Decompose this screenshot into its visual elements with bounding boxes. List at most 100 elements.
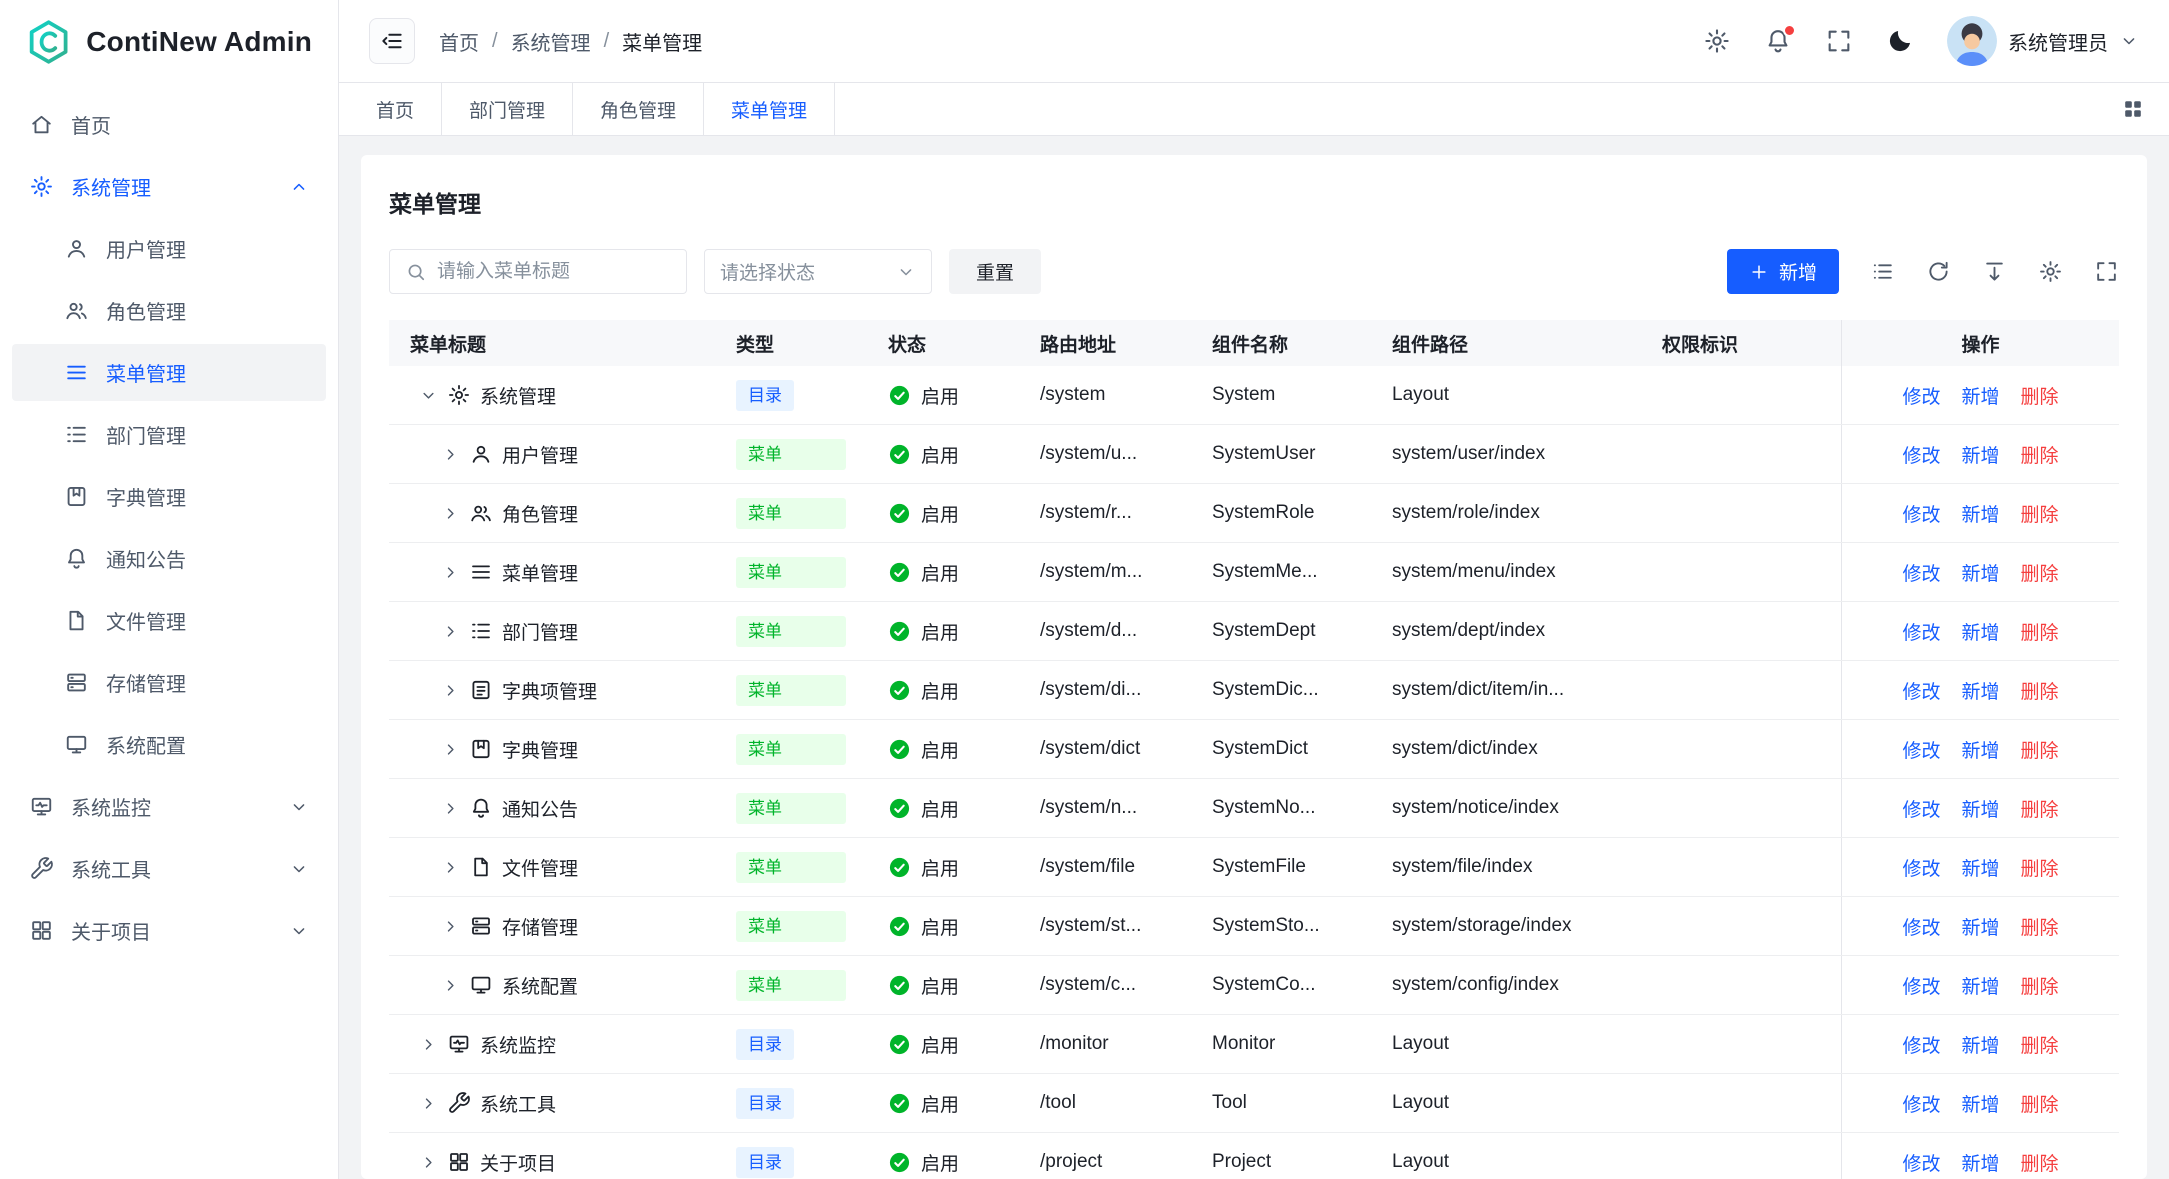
tab-menu[interactable]: 菜单管理 <box>704 83 835 135</box>
sidebar-item-notice[interactable]: 通知公告 <box>12 530 326 587</box>
cell-menu-title: 部门管理 <box>389 602 715 660</box>
fullscreen-button[interactable] <box>1825 27 1853 55</box>
delete-link[interactable]: 删除 <box>2021 500 2059 527</box>
breadcrumb-item[interactable]: 首页 <box>439 27 479 56</box>
edit-link[interactable]: 修改 <box>1902 854 1940 881</box>
table-settings-button[interactable] <box>2038 259 2063 284</box>
breadcrumb-item[interactable]: 系统管理 <box>511 27 591 56</box>
breadcrumb-item[interactable]: 菜单管理 <box>622 27 702 56</box>
delete-link[interactable]: 删除 <box>2021 913 2059 940</box>
tab-dept[interactable]: 部门管理 <box>442 83 573 135</box>
sidebar-item-home[interactable]: 首页 <box>12 96 326 153</box>
user-avatar[interactable] <box>1947 16 1997 66</box>
list-view-button[interactable] <box>1870 259 1895 284</box>
sidebar-item-monitor[interactable]: 系统监控 <box>12 778 326 835</box>
add-link[interactable]: 新增 <box>1961 795 1999 822</box>
notifications-button[interactable] <box>1764 27 1792 55</box>
delete-link[interactable]: 删除 <box>2021 618 2059 645</box>
add-link[interactable]: 新增 <box>1961 441 1999 468</box>
refresh-button[interactable] <box>1926 259 1951 284</box>
edit-link[interactable]: 修改 <box>1902 972 1940 999</box>
add-link[interactable]: 新增 <box>1961 913 1999 940</box>
edit-link[interactable]: 修改 <box>1902 559 1940 586</box>
sidebar-collapse-button[interactable] <box>369 18 415 64</box>
row-expand-toggle[interactable] <box>419 1035 438 1054</box>
search-input[interactable] <box>437 261 671 283</box>
row-expand-toggle[interactable] <box>441 799 460 818</box>
add-link[interactable]: 新增 <box>1961 382 1999 409</box>
settings-button[interactable] <box>1703 27 1731 55</box>
row-expand-toggle[interactable] <box>441 445 460 464</box>
sidebar-item-system[interactable]: 系统管理 <box>12 158 326 215</box>
edit-link[interactable]: 修改 <box>1902 382 1940 409</box>
status-text: 启用 <box>921 1149 959 1176</box>
row-expand-toggle[interactable] <box>419 386 438 405</box>
sidebar-item-dict[interactable]: 字典管理 <box>12 468 326 525</box>
delete-link[interactable]: 删除 <box>2021 559 2059 586</box>
edit-link[interactable]: 修改 <box>1902 1149 1940 1176</box>
row-expand-toggle[interactable] <box>441 681 460 700</box>
add-link[interactable]: 新增 <box>1961 1031 1999 1058</box>
row-expand-toggle[interactable] <box>441 504 460 523</box>
add-link[interactable]: 新增 <box>1961 677 1999 704</box>
user-menu[interactable]: 系统管理员 <box>1947 16 2139 66</box>
cell-status: 启用 <box>867 366 1019 424</box>
row-expand-toggle[interactable] <box>441 976 460 995</box>
edit-link[interactable]: 修改 <box>1902 441 1940 468</box>
sidebar-item-storage[interactable]: 存储管理 <box>12 654 326 711</box>
sidebar-item-user[interactable]: 用户管理 <box>12 220 326 277</box>
table-fullscreen-button[interactable] <box>2094 259 2119 284</box>
sidebar-item-tool[interactable]: 系统工具 <box>12 840 326 897</box>
edit-link[interactable]: 修改 <box>1902 618 1940 645</box>
delete-link[interactable]: 删除 <box>2021 1031 2059 1058</box>
dark-mode-button[interactable] <box>1886 27 1914 55</box>
reset-button[interactable]: 重置 <box>949 249 1041 294</box>
row-expand-toggle[interactable] <box>441 622 460 641</box>
delete-link[interactable]: 删除 <box>2021 382 2059 409</box>
tab-home[interactable]: 首页 <box>349 83 442 135</box>
add-link[interactable]: 新增 <box>1961 854 1999 881</box>
add-link[interactable]: 新增 <box>1961 1090 1999 1117</box>
row-expand-toggle[interactable] <box>441 858 460 877</box>
sidebar-item-dept[interactable]: 部门管理 <box>12 406 326 463</box>
sidebar-item-config[interactable]: 系统配置 <box>12 716 326 773</box>
add-link[interactable]: 新增 <box>1961 559 1999 586</box>
delete-link[interactable]: 删除 <box>2021 441 2059 468</box>
add-link[interactable]: 新增 <box>1961 736 1999 763</box>
edit-link[interactable]: 修改 <box>1902 795 1940 822</box>
row-expand-toggle[interactable] <box>441 917 460 936</box>
cell-type: 菜单 <box>715 484 867 542</box>
delete-link[interactable]: 删除 <box>2021 972 2059 999</box>
delete-link[interactable]: 删除 <box>2021 677 2059 704</box>
delete-link[interactable]: 删除 <box>2021 1090 2059 1117</box>
edit-link[interactable]: 修改 <box>1902 500 1940 527</box>
edit-link[interactable]: 修改 <box>1902 913 1940 940</box>
delete-link[interactable]: 删除 <box>2021 795 2059 822</box>
row-expand-toggle[interactable] <box>419 1094 438 1113</box>
delete-link[interactable]: 删除 <box>2021 854 2059 881</box>
add-button[interactable]: 新增 <box>1727 249 1839 294</box>
row-expand-toggle[interactable] <box>441 740 460 759</box>
status-select[interactable]: 请选择状态 <box>704 249 932 294</box>
export-button[interactable] <box>1982 259 2007 284</box>
app-logo[interactable]: ContiNew Admin <box>0 0 338 83</box>
tab-role[interactable]: 角色管理 <box>573 83 704 135</box>
edit-link[interactable]: 修改 <box>1902 677 1940 704</box>
delete-link[interactable]: 删除 <box>2021 1149 2059 1176</box>
edit-link[interactable]: 修改 <box>1902 1090 1940 1117</box>
add-link[interactable]: 新增 <box>1961 618 1999 645</box>
row-expand-toggle[interactable] <box>419 1153 438 1172</box>
add-link[interactable]: 新增 <box>1961 1149 1999 1176</box>
delete-link[interactable]: 删除 <box>2021 736 2059 763</box>
sidebar-item-file[interactable]: 文件管理 <box>12 592 326 649</box>
add-link[interactable]: 新增 <box>1961 972 1999 999</box>
tab-actions-button[interactable] <box>2097 83 2169 135</box>
edit-link[interactable]: 修改 <box>1902 736 1940 763</box>
edit-link[interactable]: 修改 <box>1902 1031 1940 1058</box>
status-enabled-icon <box>888 974 911 997</box>
add-link[interactable]: 新增 <box>1961 500 1999 527</box>
sidebar-item-role[interactable]: 角色管理 <box>12 282 326 339</box>
sidebar-item-project[interactable]: 关于项目 <box>12 902 326 959</box>
row-expand-toggle[interactable] <box>441 563 460 582</box>
sidebar-item-menu[interactable]: 菜单管理 <box>12 344 326 401</box>
